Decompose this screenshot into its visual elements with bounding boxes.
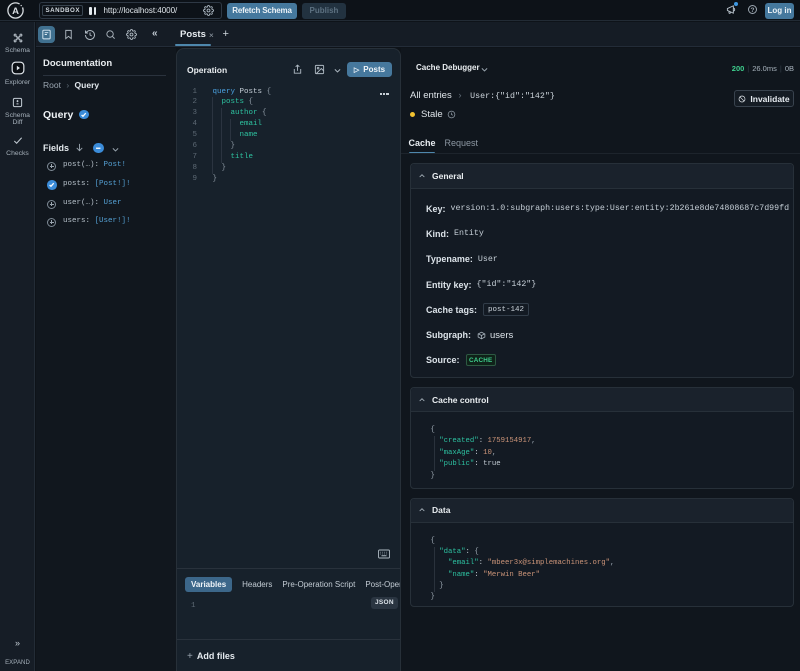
svg-text:A: A <box>12 6 19 17</box>
